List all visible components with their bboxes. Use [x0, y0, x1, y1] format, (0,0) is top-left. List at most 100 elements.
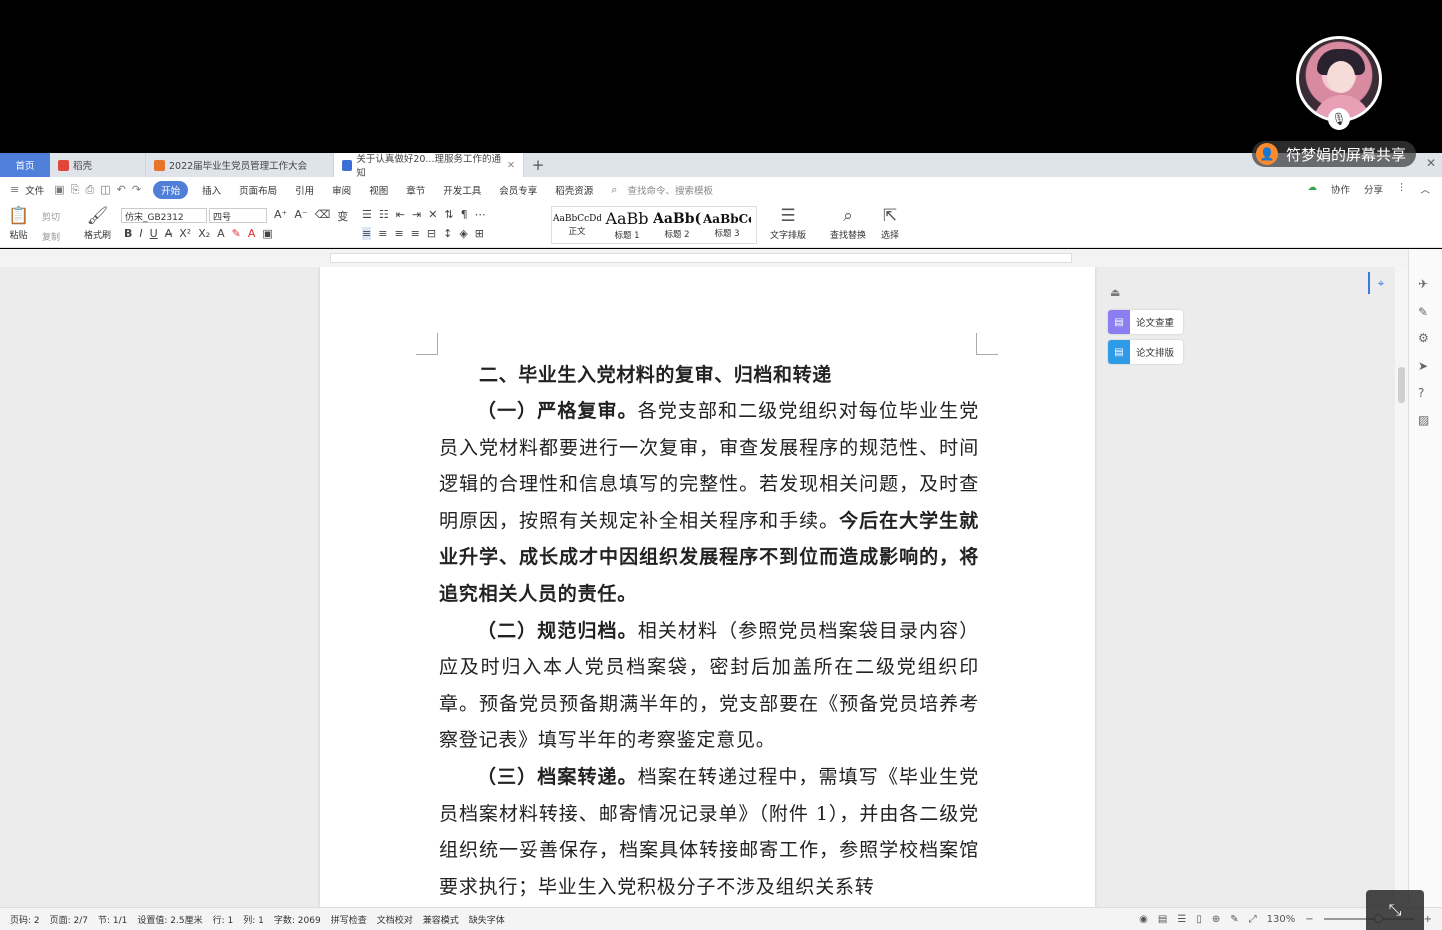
page-view-icon[interactable]: ▤ — [1158, 914, 1167, 925]
font-size-select[interactable]: 四号 — [209, 208, 267, 223]
align-right-icon[interactable]: ≡ — [394, 227, 403, 240]
help-icon[interactable]: ? — [1418, 386, 1424, 400]
italic-icon[interactable]: I — [139, 227, 142, 240]
web-view-icon[interactable]: ⊕ — [1212, 914, 1220, 925]
undo-icon[interactable]: ↶ — [117, 183, 126, 196]
phonetic-icon[interactable]: 变 — [337, 208, 348, 224]
align-center-icon[interactable]: ≡ — [378, 227, 387, 240]
style-heading-1[interactable]: AaBb 标题 1 — [602, 207, 652, 243]
fit-page-icon[interactable]: ⤢ — [1249, 914, 1257, 925]
menu-file[interactable]: 文件 — [25, 183, 44, 197]
tab-home[interactable]: 首页 — [0, 153, 50, 177]
paper-check-button[interactable]: ▤ 论文查重 — [1108, 310, 1183, 334]
menu-chapter[interactable]: 章节 — [406, 183, 425, 197]
style-heading-2[interactable]: AaBb( 标题 2 — [652, 207, 702, 243]
image-icon[interactable]: ▨ — [1418, 413, 1429, 427]
ruler-track[interactable] — [330, 253, 1072, 263]
menu-references[interactable]: 引用 — [295, 183, 314, 197]
microphone-icon[interactable]: 🎙 — [1328, 108, 1350, 130]
format-painter-button[interactable]: 🖌 格式刷 — [84, 206, 111, 241]
rocket-icon[interactable]: ✈ — [1418, 277, 1428, 291]
status-missing-font[interactable]: 缺失字体 — [469, 913, 505, 926]
zoom-in-icon[interactable]: + — [1424, 914, 1432, 925]
redo-icon[interactable]: ↷ — [132, 183, 141, 196]
style-heading-3[interactable]: AaBbCc 标题 3 — [702, 207, 752, 243]
status-spell-check[interactable]: 拼写检查 — [331, 913, 367, 926]
cloud-sync-icon[interactable]: ☁ — [1307, 182, 1317, 196]
char-border-icon[interactable]: ▣ — [262, 227, 272, 240]
collapse-ribbon-icon[interactable]: ︿ — [1420, 182, 1430, 196]
vertical-scrollbar[interactable] — [1395, 267, 1408, 907]
tab-docer[interactable]: 稻壳 — [50, 153, 146, 177]
reading-view-icon[interactable]: ▯ — [1196, 914, 1202, 925]
status-page-count[interactable]: 页面: 2/7 — [50, 913, 88, 926]
chinese-layout-icon[interactable]: ✕ — [428, 208, 437, 221]
increase-indent-icon[interactable]: ⇥ — [412, 208, 421, 221]
cut-button[interactable]: 剪切 — [42, 210, 60, 223]
subscript-icon[interactable]: X₂ — [198, 227, 210, 240]
write-view-icon[interactable]: ✎ — [1230, 914, 1238, 925]
outline-view-icon[interactable]: ☰ — [1177, 914, 1186, 925]
select-button[interactable]: ⇱ 选择 — [881, 206, 899, 241]
highlight-icon[interactable]: ✎ — [232, 227, 241, 240]
clear-format-icon[interactable]: ⌫ — [315, 208, 331, 224]
font-name-select[interactable]: 仿宋_GB2312 — [121, 208, 207, 223]
tab-active-document[interactable]: 关于认真做好20...理服务工作的通知 ✕ — [334, 153, 524, 179]
export-icon[interactable]: ⎘ — [71, 183, 80, 197]
scrollbar-thumb[interactable] — [1398, 367, 1405, 403]
collaborate-button[interactable]: 协作 — [1331, 182, 1350, 196]
pointer-icon[interactable]: ➤ — [1418, 359, 1428, 373]
print-icon[interactable]: ⎙ — [85, 183, 94, 197]
eye-protection-icon[interactable]: ◉ — [1139, 914, 1148, 925]
document-page[interactable]: 二、毕业生入党材料的复审、归档和转递 （一）严格复审。各党支部和二级党组织对每位… — [320, 267, 1095, 907]
menu-developer[interactable]: 开发工具 — [443, 183, 481, 197]
command-search[interactable]: 查找命令、搜索模板 — [627, 183, 713, 197]
menu-member[interactable]: 会员专享 — [499, 183, 537, 197]
fullscreen-toggle-icon[interactable]: ⤡ — [1366, 890, 1424, 930]
settings-sliders-icon[interactable]: ⚙ — [1418, 331, 1429, 345]
text-layout-button[interactable]: ☰ 文字排版 — [770, 206, 806, 241]
document-body[interactable]: 二、毕业生入党材料的复审、归档和转递 （一）严格复审。各党支部和二级党组织对每位… — [439, 357, 979, 905]
show-marks-icon[interactable]: ¶ — [461, 208, 468, 221]
hamburger-icon[interactable]: ≡ — [10, 183, 19, 196]
style-normal[interactable]: AaBbCcDd 正文 — [552, 207, 602, 243]
font-color-icon[interactable]: A — [248, 227, 256, 240]
preview-icon[interactable]: ◫ — [100, 183, 110, 196]
line-spacing-icon[interactable]: ↕ — [443, 227, 452, 240]
location-pin-icon[interactable]: ⌖ — [1368, 272, 1392, 294]
tab-ppt[interactable]: 2022届毕业生党员管理工作大会 — [146, 153, 334, 177]
superscript-icon[interactable]: X² — [179, 227, 191, 240]
more-icon[interactable]: ⋮ — [1397, 182, 1407, 196]
border-icon[interactable]: ⊞ — [475, 227, 484, 240]
sort-icon[interactable]: ⇅ — [444, 208, 453, 221]
copy-button[interactable]: 复制 — [42, 230, 60, 243]
close-icon[interactable]: ✕ — [507, 160, 515, 171]
paper-format-button[interactable]: ▤ 论文排版 — [1108, 340, 1183, 364]
paste-button[interactable]: 📋 粘贴 — [8, 206, 29, 241]
justify-icon[interactable]: ≡ — [411, 227, 420, 240]
menu-insert[interactable]: 插入 — [202, 183, 221, 197]
bold-icon[interactable]: B — [124, 227, 132, 240]
bullets-icon[interactable]: ☰ — [362, 208, 372, 221]
distributed-icon[interactable]: ⊟ — [427, 227, 436, 240]
menu-home[interactable]: 开始 — [153, 180, 189, 199]
new-tab-button[interactable]: + — [524, 153, 552, 177]
numbering-icon[interactable]: ☷ — [379, 208, 389, 221]
menu-view[interactable]: 视图 — [369, 183, 388, 197]
pen-icon[interactable]: ✎ — [1418, 305, 1428, 319]
menu-docer-resources[interactable]: 稻壳资源 — [555, 183, 593, 197]
zoom-out-icon[interactable]: − — [1305, 914, 1313, 925]
window-close-icon[interactable]: ✕ — [1426, 156, 1436, 170]
collapse-panel-icon[interactable]: ⏏ — [1110, 286, 1120, 299]
save-icon[interactable]: ▣ — [54, 183, 64, 196]
text-effect-icon[interactable]: A — [217, 227, 225, 240]
status-word-count[interactable]: 字数: 2069 — [274, 913, 321, 926]
shading-icon[interactable]: ◈ — [459, 227, 467, 240]
find-replace-button[interactable]: ⌕ 查找替换 — [830, 206, 866, 241]
grow-font-icon[interactable]: A⁺ — [274, 208, 287, 224]
underline-icon[interactable]: U — [150, 227, 158, 240]
strikethrough-icon[interactable]: A̶ — [165, 227, 173, 240]
shrink-font-icon[interactable]: A⁻ — [294, 208, 307, 224]
status-proofread[interactable]: 文档校对 — [377, 913, 413, 926]
menu-review[interactable]: 审阅 — [332, 183, 351, 197]
